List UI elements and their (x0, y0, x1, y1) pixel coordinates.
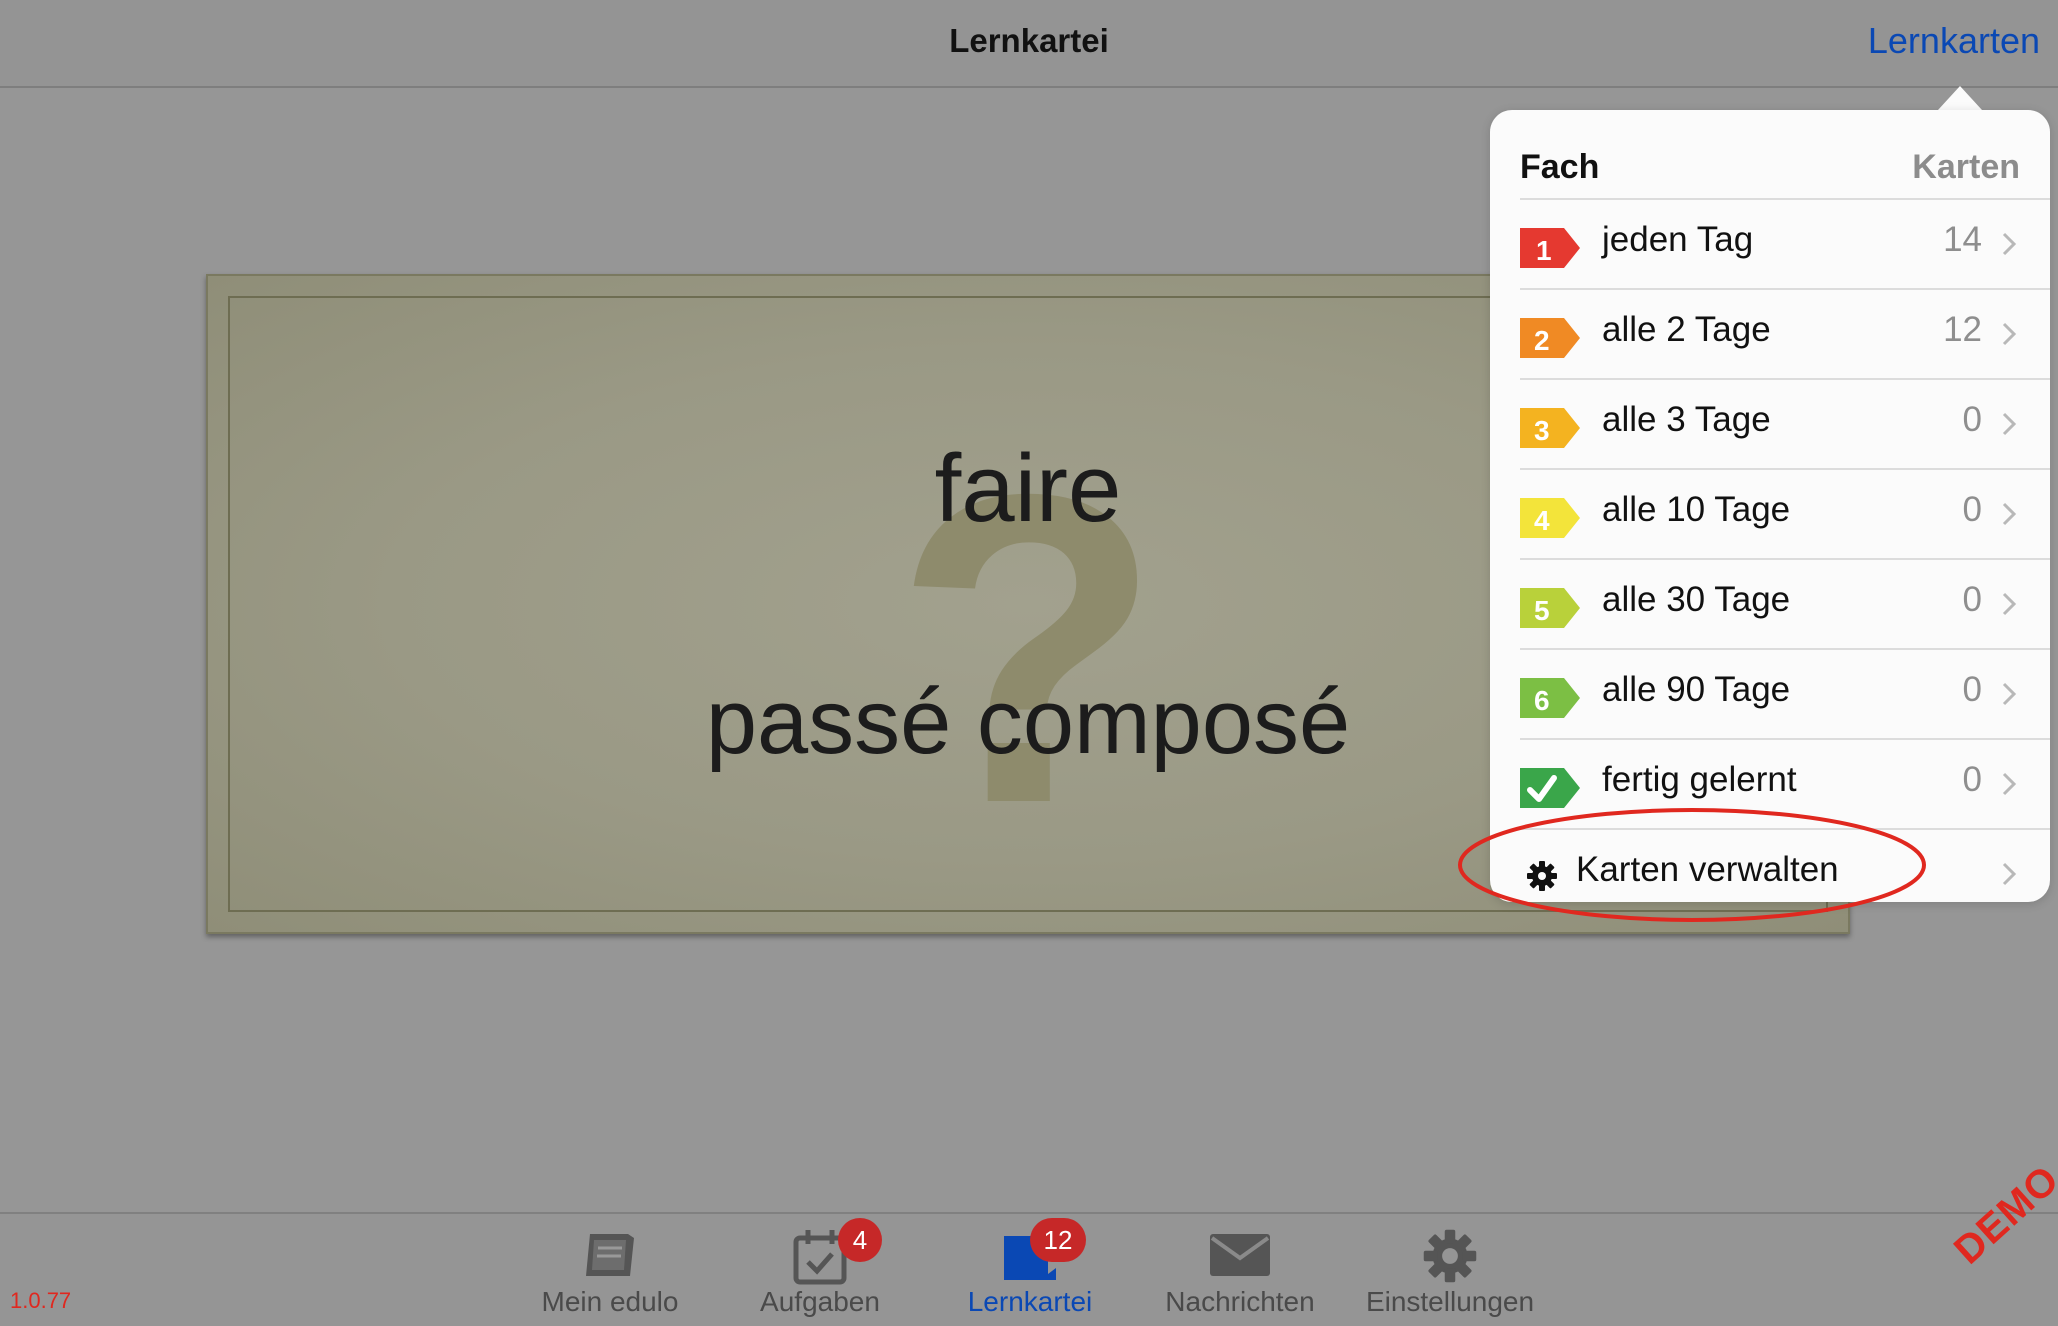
fach-row-count: 0 (1962, 580, 1982, 619)
badge-number: 1 (1536, 235, 1552, 266)
tab-label: Mein edulo (541, 1286, 679, 1317)
fach-row-label: jeden Tag (1602, 220, 1754, 259)
tab-bar: Mein edulo 4 Aufgaben 12 Lernkartei Nach… (0, 1212, 2058, 1326)
karten-verwalten-row[interactable]: Karten verwalten (1520, 828, 2050, 902)
header-karten: Karten (1912, 148, 2020, 186)
chevron-right-icon (2002, 772, 2017, 796)
badge-number: 2 (1534, 325, 1550, 356)
chevron-right-icon (2002, 682, 2017, 706)
fach-row-label: alle 30 Tage (1602, 580, 1791, 619)
tab-label: Aufgaben (760, 1286, 880, 1317)
fach-list: 1 jeden Tag 14 2 alle 2 Tage 12 3 alle 3… (1520, 198, 2050, 902)
book-icon (586, 1234, 634, 1276)
tab-label: Nachrichten (1165, 1286, 1315, 1317)
header-fach: Fach (1520, 148, 1600, 186)
checkmark-badge-icon (1520, 768, 1580, 808)
badge-number: 3 (1534, 415, 1550, 446)
badge-shape (1520, 588, 1580, 628)
popover-header: Fach Karten (1520, 140, 2020, 196)
fach-row-label: fertig gelernt (1602, 760, 1797, 799)
tab-mein-edulo[interactable]: Mein edulo (530, 1214, 690, 1326)
tab-lernkartei[interactable]: 12 Lernkartei (950, 1214, 1110, 1326)
gear-icon (1423, 1229, 1477, 1283)
fach-row-1[interactable]: 1 jeden Tag 14 (1520, 198, 2050, 288)
fach-row-5[interactable]: 5 alle 30 Tage 0 (1520, 558, 2050, 648)
fach-3-badge-icon: 3 (1520, 408, 1580, 448)
badge-shape (1520, 678, 1580, 718)
chevron-right-icon (2002, 862, 2017, 886)
tab-einstellungen[interactable]: Einstellungen (1360, 1214, 1540, 1326)
fach-row-done[interactable]: fertig gelernt 0 (1520, 738, 2050, 828)
version-label: 1.0.77 (10, 1288, 72, 1313)
tab-nachrichten[interactable]: Nachrichten (1160, 1214, 1320, 1326)
fach-row-6[interactable]: 6 alle 90 Tage 0 (1520, 648, 2050, 738)
fach-4-badge-icon: 4 (1520, 498, 1580, 538)
fach-5-badge-icon: 5 (1520, 588, 1580, 628)
fach-row-label: alle 90 Tage (1602, 670, 1791, 709)
lernkarten-button[interactable]: Lernkarten (1868, 20, 2040, 62)
fach-popover: Fach Karten 1 jeden Tag 14 2 alle 2 Tage… (1490, 110, 2050, 902)
badge-number: 4 (1534, 505, 1550, 536)
fach-row-count: 0 (1962, 490, 1982, 529)
fach-2-badge-icon: 2 (1520, 318, 1580, 358)
badge-shape (1520, 318, 1580, 358)
badge-shape (1520, 498, 1580, 538)
fach-row-4[interactable]: 4 alle 10 Tage 0 (1520, 468, 2050, 558)
fach-row-count: 14 (1943, 220, 1982, 259)
fach-row-2[interactable]: 2 alle 2 Tage 12 (1520, 288, 2050, 378)
chevron-right-icon (2002, 502, 2017, 526)
fach-row-count: 0 (1962, 670, 1982, 709)
fach-row-label: alle 3 Tage (1602, 400, 1771, 439)
fach-row-count: 12 (1943, 310, 1982, 349)
chevron-right-icon (2002, 412, 2017, 436)
page-title: Lernkartei (949, 22, 1109, 59)
popover-arrow (1938, 86, 1982, 110)
aufgaben-badge: 4 (838, 1218, 882, 1262)
karten-verwalten-label: Karten verwalten (1576, 850, 1839, 889)
tab-label: Einstellungen (1365, 1286, 1535, 1317)
fach-row-3[interactable]: 3 alle 3 Tage 0 (1520, 378, 2050, 468)
fach-row-label: alle 2 Tage (1602, 310, 1771, 349)
fach-row-count: 0 (1962, 400, 1982, 439)
badge-number: 5 (1534, 595, 1550, 626)
tab-aufgaben[interactable]: 4 Aufgaben (740, 1214, 900, 1326)
lernkartei-badge: 12 (1030, 1218, 1086, 1262)
chevron-right-icon (2002, 592, 2017, 616)
fach-6-badge-icon: 6 (1520, 678, 1580, 718)
badge-number: 6 (1534, 685, 1550, 716)
chevron-right-icon (2002, 232, 2017, 256)
gear-icon (1527, 861, 1557, 891)
badge-shape (1520, 408, 1580, 448)
fach-row-label: alle 10 Tage (1602, 490, 1791, 529)
fach-1-badge-icon: 1 (1520, 228, 1580, 268)
envelope-icon (1210, 1234, 1270, 1276)
chevron-right-icon (2002, 322, 2017, 346)
tab-label: Lernkartei (967, 1286, 1093, 1317)
fach-row-count: 0 (1962, 760, 1982, 799)
navigation-bar: Lernkartei Lernkarten (0, 0, 2058, 88)
